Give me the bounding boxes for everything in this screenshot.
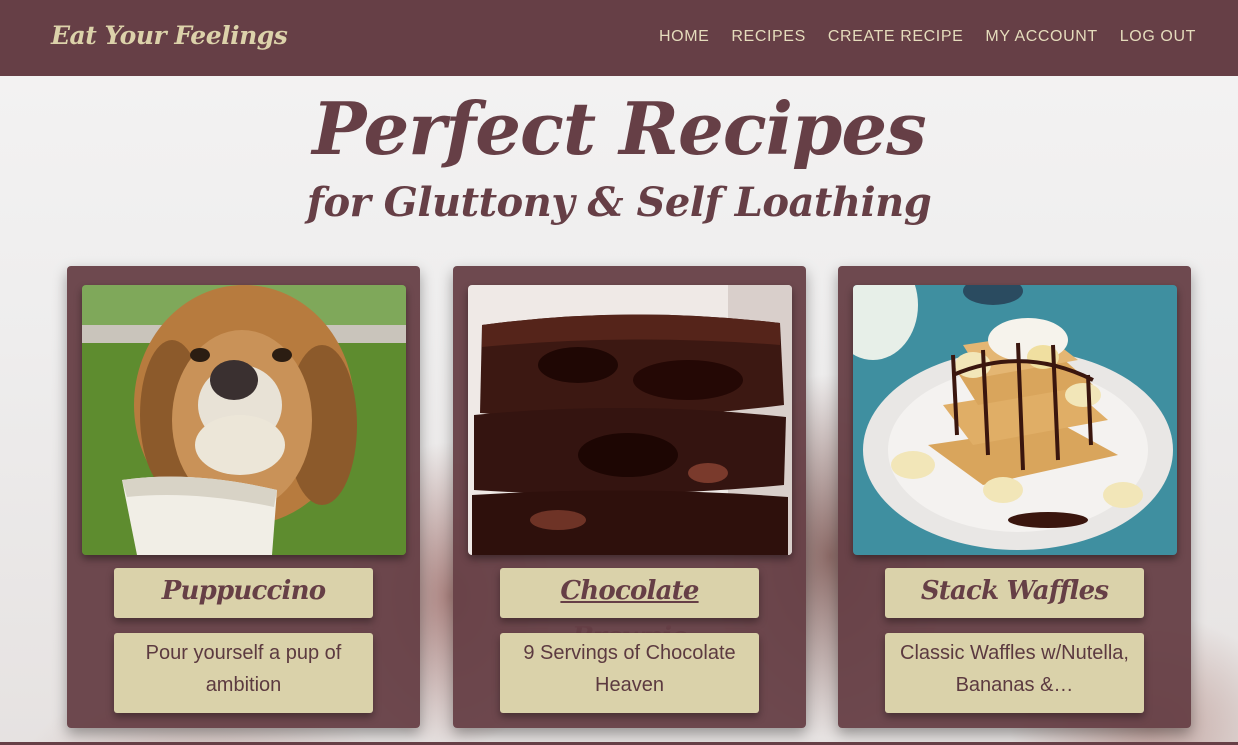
page-subtitle: for Gluttony & Self Loathing (306, 179, 932, 226)
brownie-photo[interactable] (468, 285, 792, 555)
page-title: Perfect Recipes (312, 86, 926, 171)
recipe-title-box: Chocolate Brownie (500, 568, 759, 652)
recipe-title-box: Puppuccino (114, 568, 373, 618)
nav-links: HOME RECIPES CREATE RECIPE MY ACCOUNT LO… (659, 28, 1196, 46)
recipe-title-box: Stack Waffles (885, 568, 1144, 618)
puppy-photo[interactable] (82, 285, 406, 555)
nav-create-recipe[interactable]: CREATE RECIPE (828, 28, 964, 46)
recipe-title-link[interactable]: Stack Waffles (921, 576, 1109, 606)
recipe-description-box: Pour yourself a pup of ambition (114, 633, 373, 713)
recipe-card: Puppuccino Pour yourself a pup of ambiti… (67, 266, 420, 728)
recipe-description-box: Classic Waffles w/Nutella, Bananas &… (885, 633, 1144, 713)
hero: Perfect Recipes for Gluttony & Self Loat… (0, 84, 1238, 228)
waffles-photo[interactable] (853, 285, 1177, 555)
top-navbar: Eat Your Feelings HOME RECIPES CREATE RE… (0, 0, 1238, 76)
nav-recipes[interactable]: RECIPES (731, 28, 805, 46)
nav-log-out[interactable]: LOG OUT (1120, 28, 1196, 46)
nav-my-account[interactable]: MY ACCOUNT (985, 28, 1097, 46)
recipe-title-link[interactable]: Puppuccino (162, 576, 326, 606)
recipe-card: Stack Waffles Classic Waffles w/Nutella,… (838, 266, 1191, 728)
recipe-description: Classic Waffles w/Nutella, Bananas &… (900, 642, 1129, 696)
recipe-card: Chocolate Brownie 9 Servings of Chocolat… (453, 266, 806, 728)
recipe-description: 9 Servings of Chocolate Heaven (523, 642, 736, 696)
brand-logo[interactable]: Eat Your Feelings (51, 21, 288, 50)
nav-home[interactable]: HOME (659, 28, 709, 46)
recipe-description-box: 9 Servings of Chocolate Heaven (500, 633, 759, 713)
recipe-description: Pour yourself a pup of ambition (145, 642, 342, 696)
